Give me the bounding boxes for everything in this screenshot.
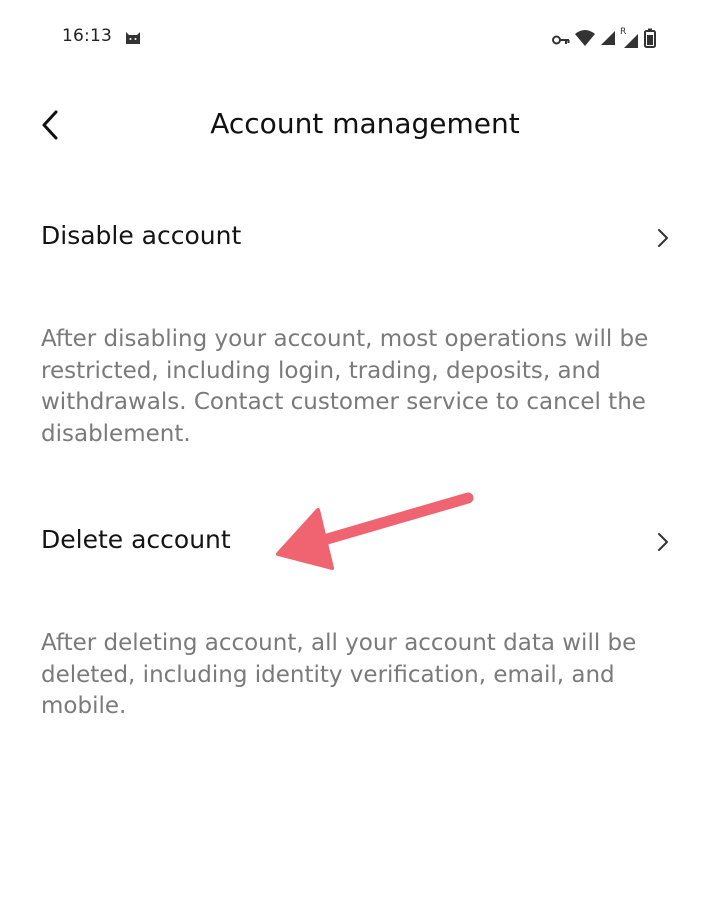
cat-icon [124, 30, 142, 50]
chevron-right-icon [656, 227, 670, 253]
delete-account-label: Delete account [41, 525, 231, 554]
disable-account-description: After disabling your account, most opera… [41, 326, 649, 447]
signal-icon [600, 30, 616, 50]
header: Account management [0, 95, 706, 157]
chevron-right-icon [656, 531, 670, 557]
status-time: 16:13 [62, 26, 112, 46]
delete-account-row[interactable]: Delete account [0, 507, 706, 577]
delete-account-description: After deleting account, all your account… [41, 630, 637, 719]
status-bar: 16:13 R [0, 0, 706, 76]
battery-icon [644, 28, 656, 52]
wifi-icon [574, 29, 596, 51]
page-title: Account management [210, 107, 520, 140]
key-icon [552, 31, 570, 50]
disable-account-row[interactable]: Disable account [0, 203, 706, 273]
disable-account-label: Disable account [41, 221, 242, 250]
roaming-signal-icon: R [620, 27, 640, 49]
status-icons: R [552, 27, 656, 52]
